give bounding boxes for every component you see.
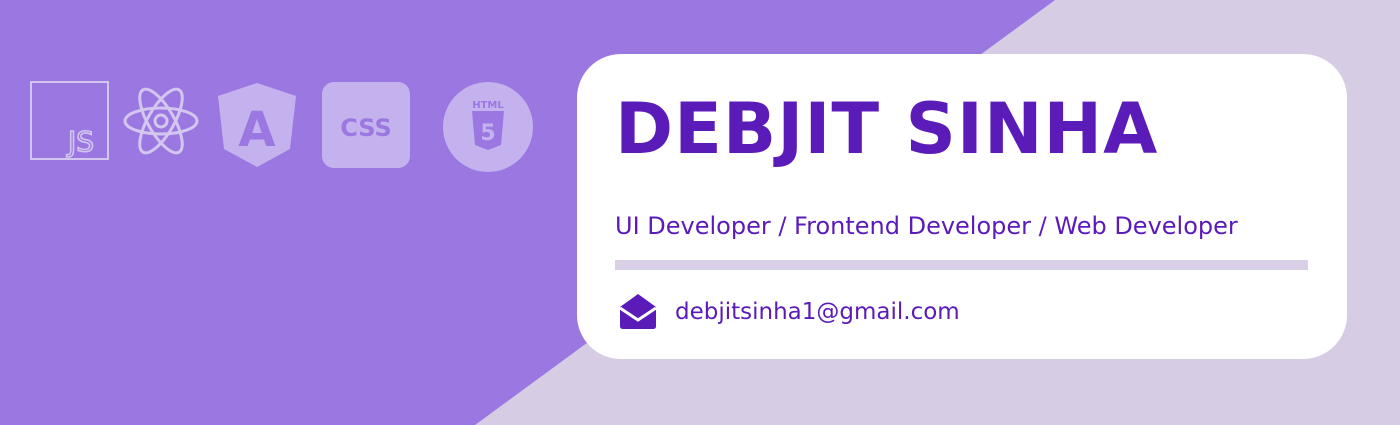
javascript-icon: JS bbox=[30, 81, 109, 160]
profile-card: DEBJIT SINHA UI Developer / Frontend Dev… bbox=[577, 54, 1347, 359]
profile-banner: JS A CSS HTML 5 DEBJIT SINHA UI Develope… bbox=[0, 0, 1400, 425]
profile-name: DEBJIT SINHA bbox=[615, 88, 1159, 170]
css-icon: CSS bbox=[322, 82, 410, 168]
angular-icon: A bbox=[218, 83, 296, 167]
svg-text:JS: JS bbox=[66, 125, 94, 158]
svg-text:HTML: HTML bbox=[472, 100, 504, 111]
svg-text:5: 5 bbox=[480, 121, 495, 146]
divider bbox=[615, 260, 1308, 270]
html5-icon: HTML 5 bbox=[443, 82, 533, 172]
email-link[interactable]: debjitsinha1@gmail.com bbox=[675, 301, 960, 324]
react-icon bbox=[123, 87, 199, 155]
envelope-icon bbox=[619, 294, 657, 329]
svg-text:A: A bbox=[238, 102, 275, 158]
svg-text:CSS: CSS bbox=[340, 114, 392, 142]
profile-role: UI Developer / Frontend Developer / Web … bbox=[615, 212, 1238, 240]
